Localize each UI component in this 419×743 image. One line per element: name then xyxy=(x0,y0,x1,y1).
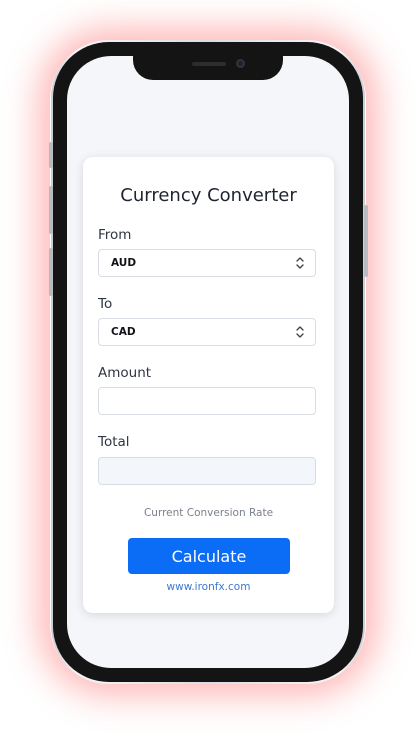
conversion-rate-text: Current Conversion Rate xyxy=(143,507,274,519)
website-link[interactable]: www.ironfx.com xyxy=(83,581,334,593)
phone-mockup: Currency Converter From AUD To CAD Amoun… xyxy=(0,0,419,743)
from-currency-value: AUD xyxy=(111,257,137,269)
to-label: To xyxy=(98,296,113,312)
camera-icon xyxy=(236,59,245,68)
speaker-grille xyxy=(192,62,226,66)
amount-label: Amount xyxy=(98,365,152,381)
to-currency-select[interactable]: CAD xyxy=(98,318,316,346)
to-currency-value: CAD xyxy=(111,326,136,338)
converter-card: Currency Converter From AUD To CAD Amoun… xyxy=(83,157,334,613)
from-label: From xyxy=(98,227,132,243)
total-label: Total xyxy=(98,434,130,450)
page-title: Currency Converter xyxy=(120,185,297,206)
updown-chevron-icon xyxy=(296,326,304,338)
side-button xyxy=(364,205,368,277)
notch xyxy=(133,56,283,80)
amount-input[interactable] xyxy=(98,387,316,415)
calculate-button[interactable]: Calculate xyxy=(128,538,290,574)
from-currency-select[interactable]: AUD xyxy=(98,249,316,277)
total-output xyxy=(98,457,316,485)
updown-chevron-icon xyxy=(296,257,304,269)
